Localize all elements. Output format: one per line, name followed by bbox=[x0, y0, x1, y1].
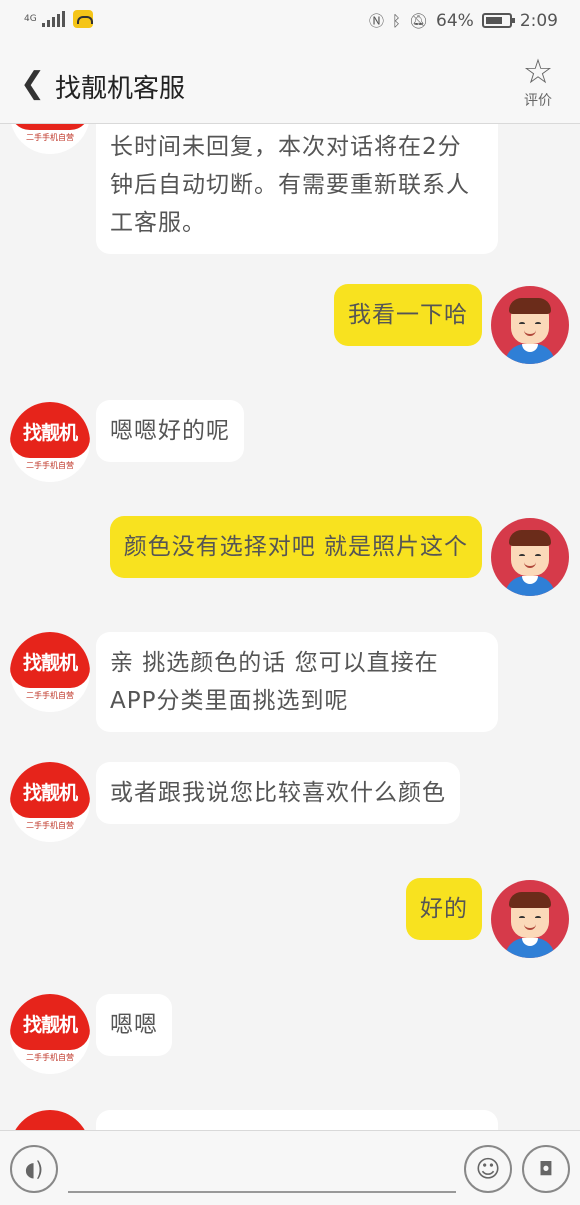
rate-label: 评价 bbox=[524, 93, 552, 109]
input-bar: ◖) ☺ ◘ bbox=[0, 1130, 580, 1205]
message-bubble-incoming: 亲 挑选颜色的话 您可以直接在APP分类里面挑选到呢 bbox=[96, 632, 498, 732]
rate-button[interactable]: ☆ 评价 bbox=[518, 54, 558, 110]
message-bubble-incoming: 嗯嗯好的呢 bbox=[96, 400, 244, 462]
star-icon: ☆ bbox=[522, 52, 554, 92]
status-bar: 4G Ⓝ ᛒ 🔕︎ 64% 2:09 bbox=[0, 0, 580, 44]
shop-avatar[interactable]: 找靓机 二手手机自营 bbox=[10, 124, 90, 154]
shop-avatar[interactable]: 找靓机 二手手机自营 bbox=[10, 994, 90, 1074]
message-bubble-outgoing: 好的 bbox=[406, 878, 482, 940]
bluetooth-icon: ᛒ bbox=[391, 11, 401, 30]
nfc-icon: Ⓝ bbox=[368, 12, 384, 30]
back-icon[interactable]: ❮ bbox=[20, 66, 45, 101]
message-bubble-incoming-partial bbox=[96, 1110, 498, 1130]
battery-percent: 64% bbox=[436, 10, 474, 31]
message-bubble-incoming: 长时间未回复，本次对话将在2分钟后自动切断。有需要重新联系人工客服。 bbox=[96, 124, 498, 254]
status-left: 4G bbox=[24, 10, 93, 28]
mute-icon: 🔕︎ bbox=[408, 11, 429, 30]
signal-icon bbox=[42, 11, 65, 27]
message-bubble-incoming: 或者跟我说您比较喜欢什么颜色 bbox=[96, 762, 460, 824]
header: ❮ 找靓机客服 ☆ 评价 bbox=[0, 44, 580, 124]
message-input[interactable] bbox=[68, 1191, 456, 1193]
voice-icon[interactable]: ◖) bbox=[10, 1145, 58, 1193]
user-avatar[interactable] bbox=[491, 880, 569, 958]
emoji-icon[interactable]: ☺ bbox=[464, 1145, 512, 1193]
shop-avatar[interactable] bbox=[10, 1110, 90, 1130]
network-type: 4G bbox=[24, 13, 37, 24]
camera-icon[interactable]: ◘ bbox=[522, 1145, 570, 1193]
status-right: Ⓝ ᛒ 🔕︎ 64% 2:09 bbox=[369, 10, 558, 31]
notification-app-icon bbox=[73, 10, 93, 28]
shop-avatar[interactable]: 找靓机 二手手机自营 bbox=[10, 762, 90, 842]
message-bubble-outgoing: 我看一下哈 bbox=[334, 284, 482, 346]
message-bubble-incoming: 嗯嗯 bbox=[96, 994, 172, 1056]
message-bubble-outgoing: 颜色没有选择对吧 就是照片这个 bbox=[109, 516, 482, 578]
page-title: 找靓机客服 bbox=[55, 74, 186, 104]
clock: 2:09 bbox=[519, 10, 558, 31]
shop-avatar[interactable]: 找靓机 二手手机自营 bbox=[10, 632, 90, 712]
shop-avatar[interactable]: 找靓机 二手手机自营 bbox=[10, 402, 90, 482]
user-avatar[interactable] bbox=[491, 518, 569, 596]
user-avatar[interactable] bbox=[491, 286, 569, 364]
chat-list[interactable]: 找靓机 二手手机自营 长时间未回复，本次对话将在2分钟后自动切断。有需要重新联系… bbox=[0, 124, 580, 1130]
battery-icon bbox=[481, 13, 515, 28]
